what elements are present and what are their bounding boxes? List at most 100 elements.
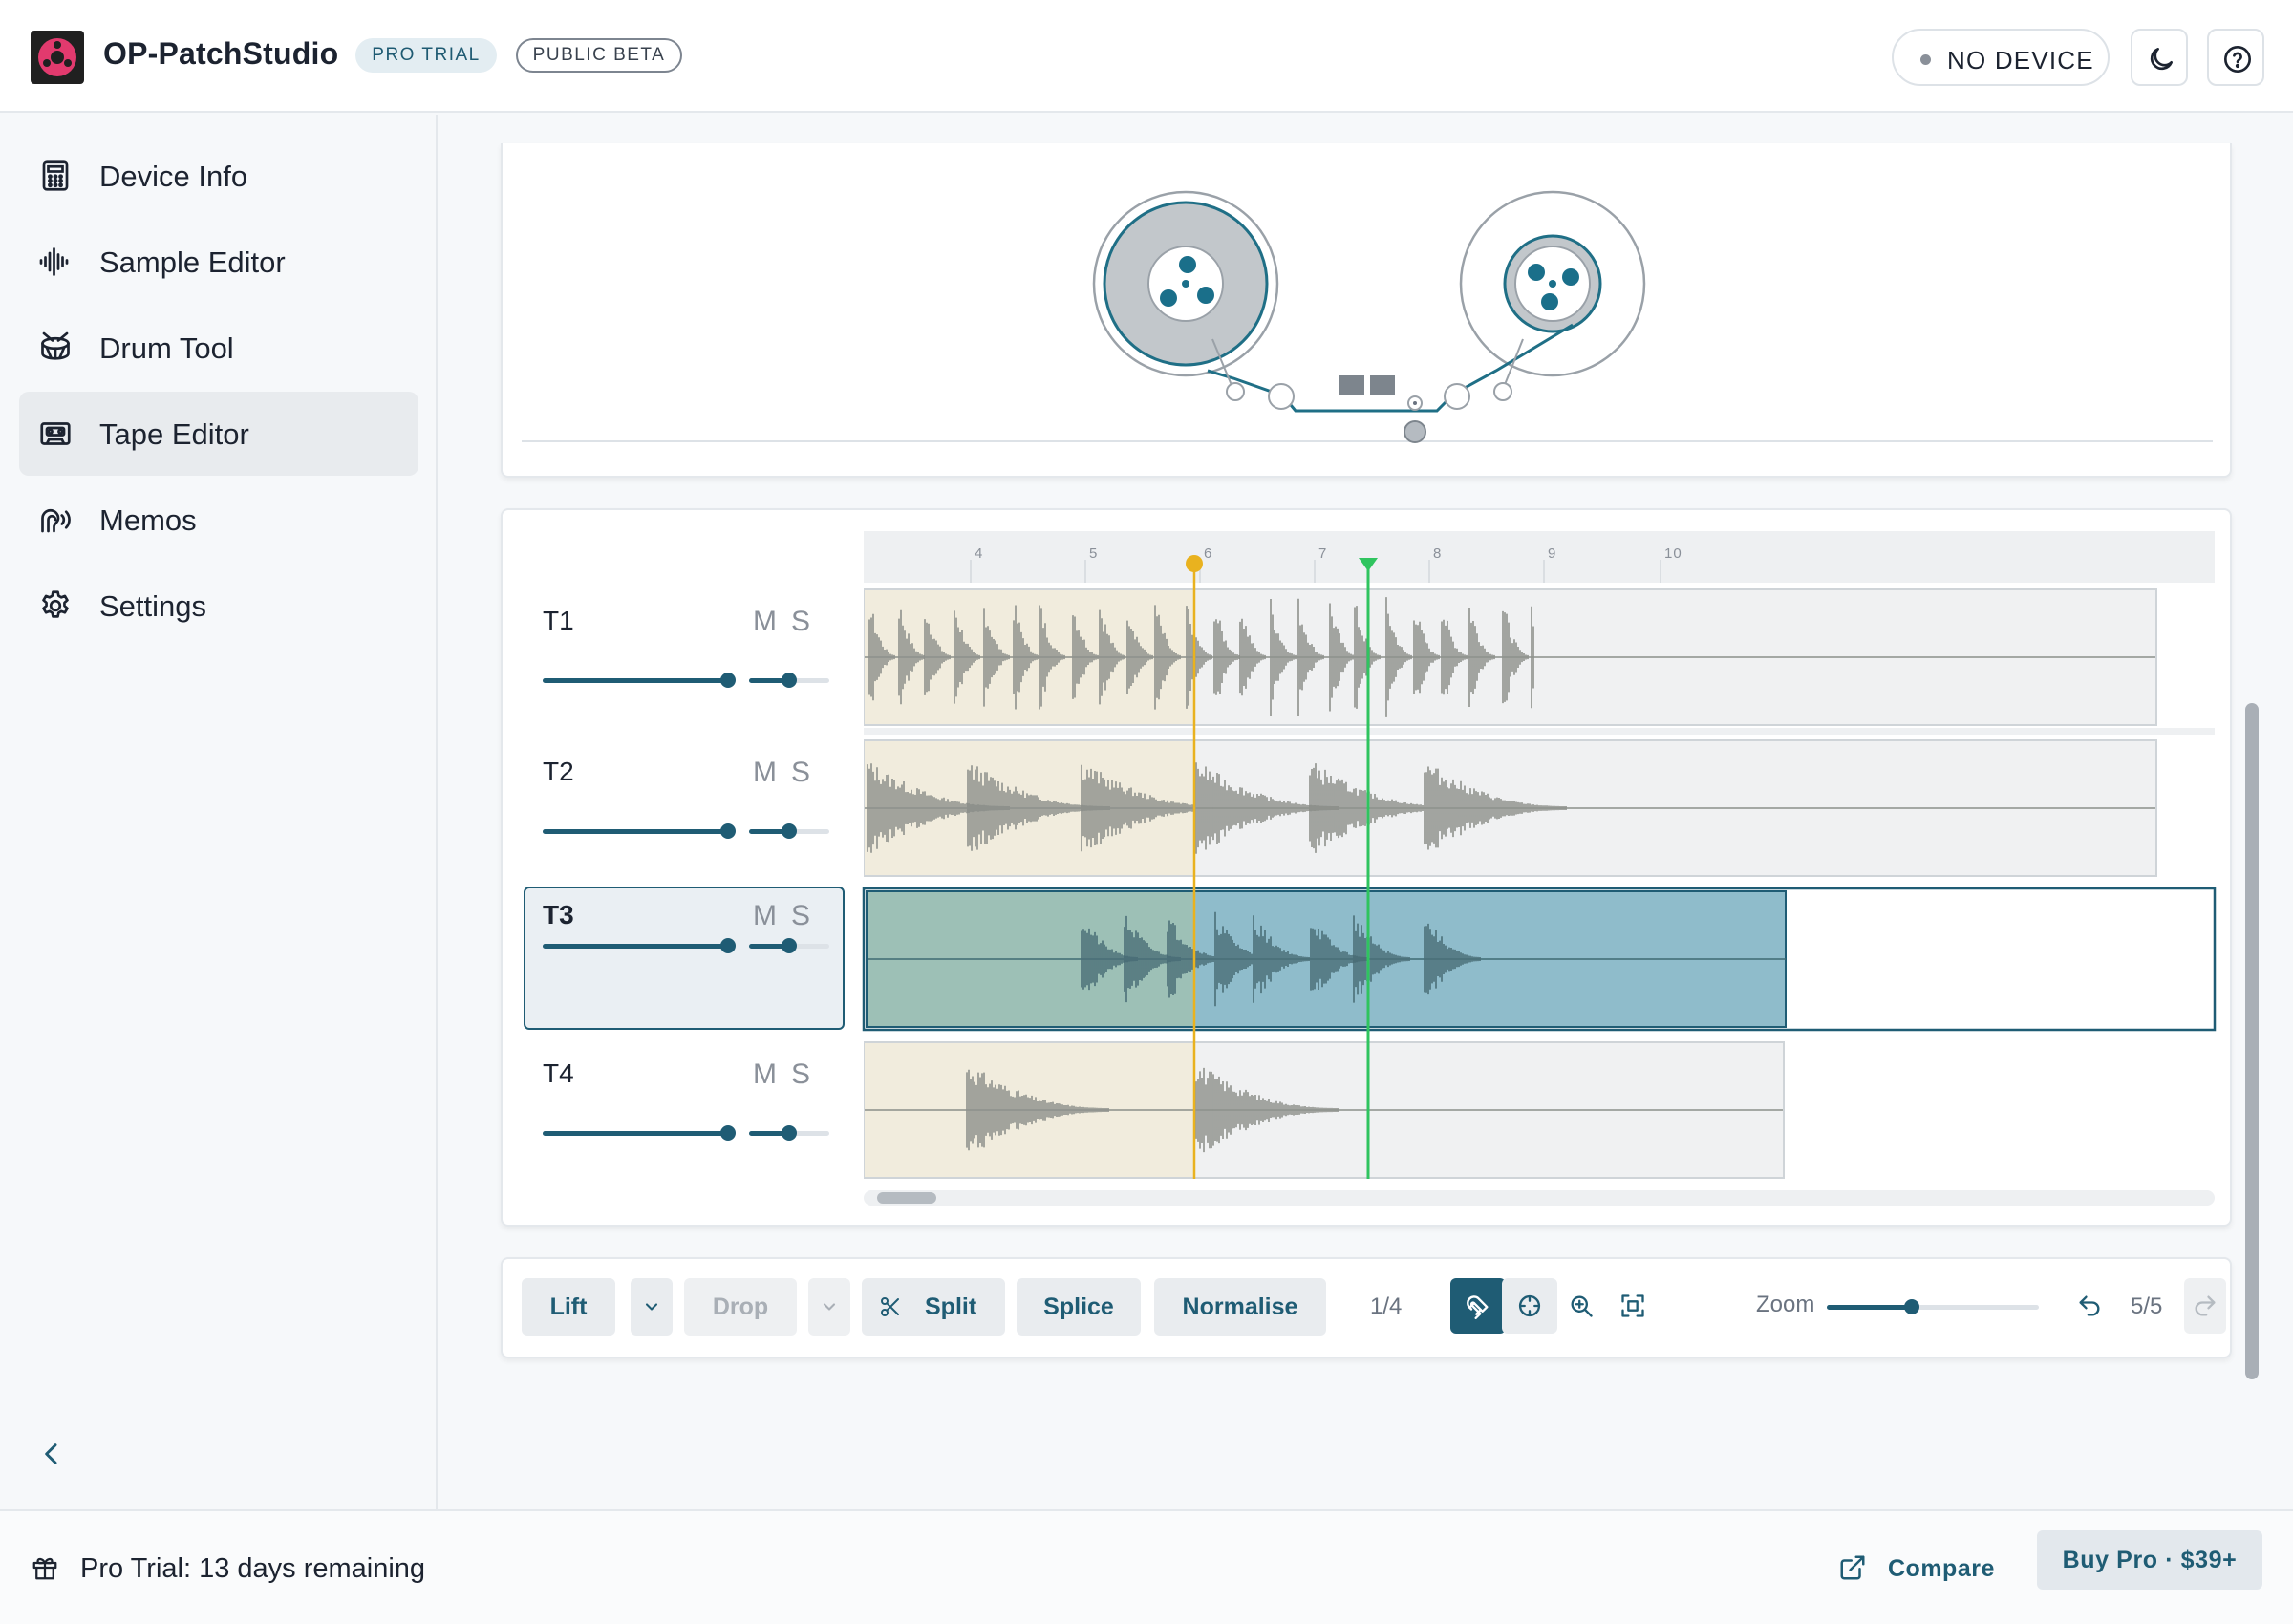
waveform-icon <box>39 247 69 276</box>
redo-icon <box>2195 1295 2216 1316</box>
track-name: T2 <box>543 757 574 786</box>
help-icon <box>2224 46 2251 73</box>
trial-footer: Pro Trial: 13 days remaining Compare Buy… <box>0 1509 2293 1624</box>
normalise-button[interactable]: Normalise <box>1154 1278 1326 1336</box>
sidebar-item-tape-editor[interactable]: Tape Editor <box>19 392 418 476</box>
mute-button[interactable]: M <box>753 606 777 638</box>
horizontal-scrollbar[interactable] <box>864 1190 2215 1206</box>
clip-t2[interactable] <box>864 739 2157 877</box>
track-header-t3[interactable]: T3 M S <box>524 887 845 1030</box>
app-title: OP-PatchStudio <box>103 36 339 71</box>
timeline-ruler[interactable] <box>864 531 2215 583</box>
volume-slider-knob[interactable] <box>720 1125 736 1141</box>
track-name: T3 <box>543 900 574 930</box>
mute-button[interactable]: M <box>753 757 777 789</box>
track-header-t2[interactable]: T2 M S <box>524 747 845 890</box>
track-header-t4[interactable]: T4 M S <box>524 1049 845 1192</box>
app-logo <box>31 31 84 84</box>
device-status-button[interactable]: NO DEVICE <box>1892 29 2110 86</box>
horizontal-scrollbar-thumb[interactable] <box>877 1192 936 1204</box>
ruler-tick-label: 4 <box>975 545 983 562</box>
pan-slider-knob[interactable] <box>782 823 797 839</box>
tape-reels-illustration <box>522 190 2213 443</box>
device-status-dot <box>1920 54 1931 65</box>
help-button[interactable] <box>2207 29 2264 86</box>
sidebar-item-label: Settings <box>99 589 207 623</box>
sidebar-item-label: Device Info <box>99 160 248 193</box>
sidebar-item-label: Sample Editor <box>99 246 286 279</box>
track-counter: 1/4 <box>1370 1293 1403 1319</box>
sidebar-item-sample-editor[interactable]: Sample Editor <box>19 220 418 304</box>
fit-screen-icon <box>1621 1294 1644 1317</box>
chevron-down-icon <box>823 1303 836 1311</box>
volume-slider-knob[interactable] <box>720 938 736 953</box>
lift-button[interactable]: Lift <box>522 1278 615 1336</box>
track-header-t1[interactable]: T1 M S <box>524 596 845 739</box>
volume-slider-fill <box>543 678 728 683</box>
cassette-icon <box>40 422 71 445</box>
tape-visual-panel <box>501 143 2232 478</box>
drop-button[interactable]: Drop <box>684 1278 797 1336</box>
solo-button[interactable]: S <box>791 1058 810 1091</box>
ruler-tick-label: 7 <box>1318 545 1327 562</box>
pan-slider-knob[interactable] <box>782 938 797 953</box>
ruler-tick-label: 10 <box>1664 545 1682 562</box>
sidebar-item-label: Tape Editor <box>99 417 249 451</box>
undo-icon <box>2079 1295 2100 1316</box>
ruler-tick-label: 9 <box>1548 545 1556 562</box>
zoom-slider-fill <box>1827 1305 1912 1310</box>
public-beta-badge: PUBLIC BETA <box>516 38 682 73</box>
calculator-icon <box>42 160 69 191</box>
clip-t3[interactable] <box>862 887 2217 1032</box>
collapse-sidebar-button[interactable] <box>36 1439 67 1474</box>
ruler-tick-label: 6 <box>1204 545 1212 562</box>
volume-slider-knob[interactable] <box>720 823 736 839</box>
sidebar-item-label: Memos <box>99 503 197 537</box>
undo-button[interactable] <box>2062 1278 2117 1334</box>
buy-pro-button[interactable]: Buy Pro · $39+ <box>2037 1530 2262 1590</box>
edit-toolbar: Lift Drop Split Splice Normalise 1/4 Zoo… <box>501 1257 2232 1358</box>
clip-t4[interactable] <box>864 1041 1785 1179</box>
drop-options-button[interactable] <box>808 1278 850 1336</box>
chevron-down-icon <box>645 1303 658 1311</box>
zoom-in-button[interactable] <box>1554 1278 1609 1334</box>
volume-slider-fill <box>543 829 728 834</box>
solo-button[interactable]: S <box>791 757 810 789</box>
volume-slider-fill <box>543 944 728 949</box>
solo-button[interactable]: S <box>791 900 810 932</box>
sidebar-item-device-info[interactable]: Device Info <box>19 134 418 218</box>
split-label: Split <box>925 1293 977 1320</box>
history-counter: 5/5 <box>2131 1293 2163 1319</box>
trial-remaining-text: Pro Trial: 13 days remaining <box>80 1553 426 1584</box>
redo-button[interactable] <box>2184 1278 2226 1334</box>
pro-trial-badge: PRO TRIAL <box>355 38 497 73</box>
solo-button[interactable]: S <box>791 606 810 638</box>
gear-icon <box>42 590 69 618</box>
vertical-scrollbar-thumb[interactable] <box>2245 703 2259 1379</box>
chevron-left-icon <box>45 1443 57 1464</box>
mute-button[interactable]: M <box>753 1058 777 1091</box>
volume-slider-fill <box>543 1131 728 1136</box>
tracks-panel: 4 5 6 7 8 9 10 T1 M S T2 M S T3 M S T4 M… <box>501 508 2232 1227</box>
clip-t1[interactable] <box>864 588 2157 726</box>
snap-toggle-button[interactable] <box>1450 1278 1506 1334</box>
sidebar-item-settings[interactable]: Settings <box>19 564 418 648</box>
pan-slider-knob[interactable] <box>782 673 797 688</box>
scissors-icon <box>881 1297 899 1316</box>
crosshair-icon <box>1518 1294 1541 1317</box>
compare-link[interactable]: Compare <box>1888 1555 1995 1583</box>
zoom-slider-knob[interactable] <box>1903 1299 1919 1314</box>
sidebar-item-drum-tool[interactable]: Drum Tool <box>19 306 418 390</box>
follow-playhead-button[interactable] <box>1502 1278 1557 1334</box>
splice-button[interactable]: Splice <box>1017 1278 1141 1336</box>
pan-slider-knob[interactable] <box>782 1125 797 1141</box>
lift-options-button[interactable] <box>631 1278 673 1336</box>
split-button[interactable]: Split <box>862 1278 1005 1336</box>
sidebar-item-memos[interactable]: Memos <box>19 478 418 562</box>
voice-memo-icon <box>41 508 71 533</box>
volume-slider-knob[interactable] <box>720 673 736 688</box>
mute-button[interactable]: M <box>753 900 777 932</box>
zoom-fit-button[interactable] <box>1605 1278 1661 1334</box>
theme-toggle-button[interactable] <box>2131 29 2188 86</box>
device-status-label: NO DEVICE <box>1947 46 2094 75</box>
